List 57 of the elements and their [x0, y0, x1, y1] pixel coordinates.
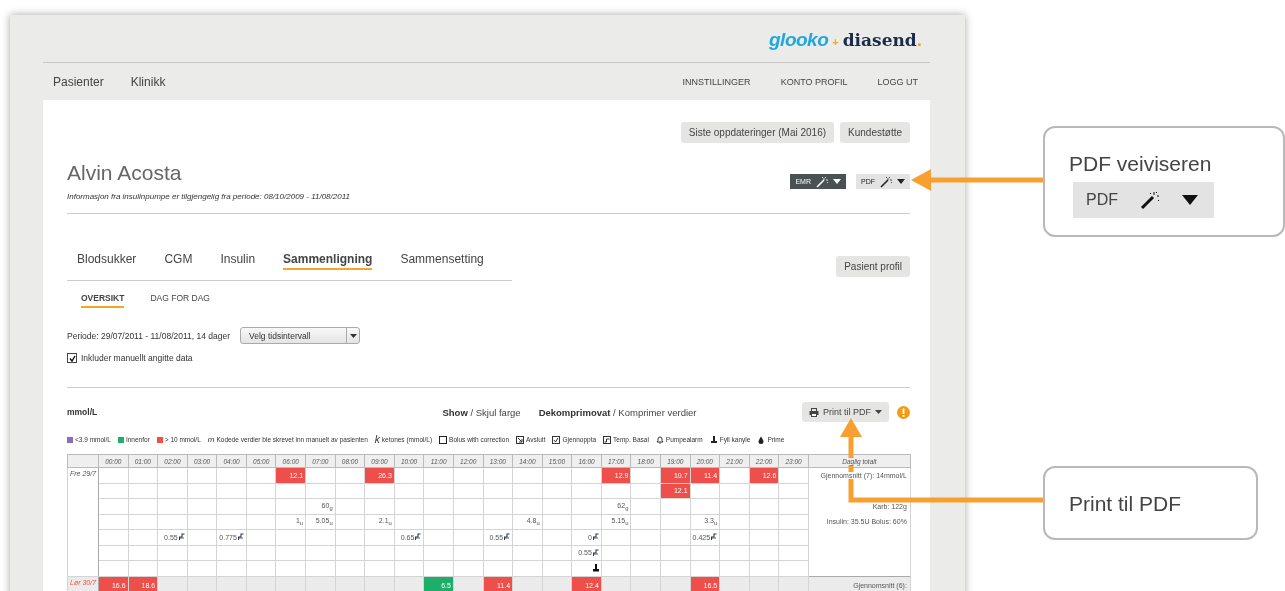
step-icon — [415, 533, 422, 542]
caret-icon — [349, 333, 357, 338]
nav-link[interactable]: Klinikk — [130, 74, 166, 89]
color-toggle[interactable]: Show / Skjul farge — [442, 406, 521, 418]
printer-icon — [808, 407, 819, 417]
warning-icon — [897, 405, 910, 419]
caret-icon — [897, 179, 905, 184]
data-availability-note: Informasjon fra insulinpumpe er tilgjengelig fra periode: 08/10/2009 - 11/08/2011 — [67, 192, 350, 201]
nav-link[interactable]: INNSTILLINGER — [682, 76, 751, 87]
compress-toggle[interactable]: Dekomprimovat / Komprimer verdier — [538, 406, 697, 418]
step-icon — [237, 533, 244, 542]
nav-link[interactable]: KONTO PROFIL — [780, 76, 848, 87]
step-icon — [711, 533, 718, 542]
square-icon — [439, 435, 448, 444]
pdf-button-preview: PDF — [1073, 182, 1214, 218]
print-button[interactable]: Print til PDF — [801, 402, 889, 422]
step-icon — [592, 548, 599, 557]
logo: glooko + diasend. — [769, 28, 922, 51]
legend-symbol: k — [374, 434, 380, 445]
bell-icon — [655, 435, 664, 444]
tab[interactable]: CGM — [164, 252, 193, 270]
callout-title: Print til PDF — [1069, 492, 1182, 516]
tab[interactable]: Sammensetting — [400, 252, 484, 270]
check-icon — [68, 354, 76, 362]
caret-icon — [875, 410, 882, 414]
patient-profile-button[interactable]: Pasient profil — [836, 256, 910, 277]
interval-select[interactable]: Velg tidsintervall — [240, 327, 361, 344]
drop-icon — [757, 435, 766, 444]
check-box-icon — [552, 435, 561, 444]
nav-link[interactable]: LOGG UT — [877, 76, 918, 87]
nav-link[interactable]: Pasienter — [53, 74, 104, 89]
step-icon — [504, 533, 511, 542]
caret-icon — [833, 179, 841, 184]
wand-icon — [880, 175, 892, 188]
unit-label: mmol/L — [67, 407, 99, 417]
boxed-arrow-icon — [516, 435, 525, 444]
syringe-icon — [709, 435, 718, 444]
wand-icon — [816, 175, 828, 188]
callout-title: PDF veiviseren — [1069, 152, 1213, 176]
step-icon — [592, 533, 599, 542]
checkbox[interactable] — [67, 353, 77, 363]
syringe-icon — [592, 563, 599, 572]
wand-icon — [1140, 190, 1160, 210]
caret-icon — [1182, 195, 1198, 205]
step-icon — [178, 533, 185, 542]
patient-name: Alvin Acosta — [67, 161, 183, 185]
tab[interactable]: Sammenligning — [283, 252, 373, 270]
header-button[interactable]: Siste oppdateringer (Mai 2016) — [680, 122, 835, 143]
subtab[interactable]: OVERSIKT — [81, 293, 125, 308]
tab[interactable]: Insulin — [220, 252, 256, 270]
tab[interactable]: Blodsukker — [77, 252, 137, 270]
legend-symbol: m — [207, 435, 215, 444]
boxed-step-icon — [603, 435, 612, 444]
period-label: Periode: 29/07/2011 - 11/08/2011, 14 dager — [67, 330, 231, 341]
checkbox-label: Inkluder manuellt angitte data — [81, 353, 193, 363]
subtab[interactable]: DAG FOR DAG — [150, 293, 210, 308]
header-button[interactable]: Kundestøtte — [840, 122, 910, 143]
